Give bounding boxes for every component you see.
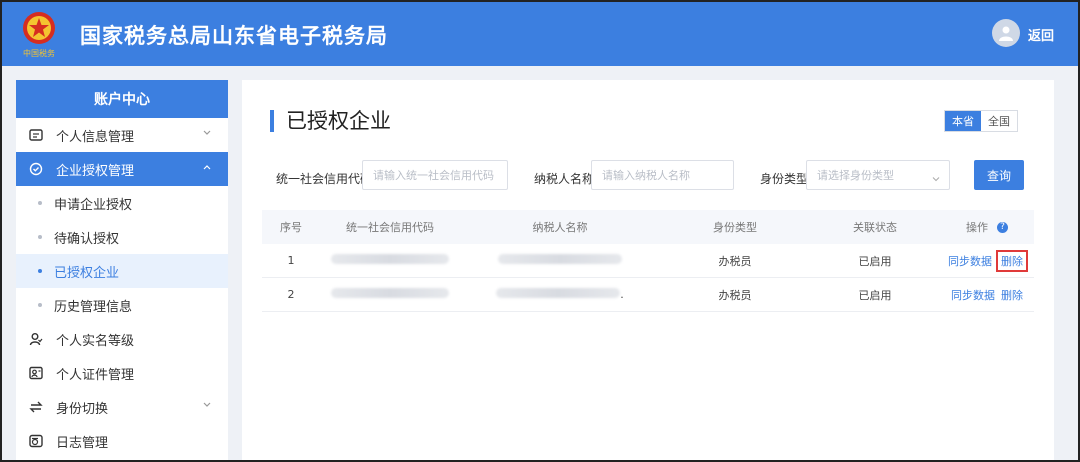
sidebar-item-label: 企业授权管理 [56, 163, 135, 179]
sidebar-item-personal-info[interactable]: 个人信息管理 [16, 118, 228, 152]
bullet-dot [38, 269, 42, 273]
cell-type: 办税员 [718, 288, 752, 302]
sidebar-subitem-apply-auth[interactable]: 申请企业授权 [16, 186, 228, 220]
col-header-name: 纳税人名称 [532, 221, 588, 234]
bullet-dot [38, 303, 42, 307]
sidebar-item-realname-level[interactable]: 个人实名等级 [16, 322, 228, 356]
sidebar-item-log[interactable]: 日志管理 [16, 424, 228, 458]
delete-link[interactable]: 删除 [996, 249, 1028, 272]
col-header-op-label: 操作 [966, 221, 988, 234]
shield-check-icon [28, 161, 44, 177]
table-header: 序号 统一社会信用代码 纳税人名称 身份类型 关联状态 操作 ? [262, 210, 1034, 244]
sync-data-link[interactable]: 同步数据 [948, 253, 992, 269]
credit-code-label: 统一社会信用代码 [276, 172, 373, 186]
credit-code-input[interactable] [362, 160, 508, 190]
cell-type: 办税员 [718, 254, 752, 268]
cell-op: 同步数据 删除 [940, 287, 1034, 303]
cell-status: 已启用 [858, 288, 892, 302]
main-panel: 已授权企业 本省 全国 统一社会信用代码 纳税人名称 身份类型 查询 序号 统一… [242, 80, 1054, 460]
delete-link[interactable]: 删除 [1001, 287, 1023, 303]
sidebar-item-label: 日志管理 [56, 435, 109, 451]
log-icon [28, 433, 44, 449]
chevron-up-icon [203, 165, 211, 170]
sidebar-subitem-label: 申请企业授权 [54, 197, 133, 213]
sidebar-item-label: 个人实名等级 [56, 333, 135, 349]
col-header-op: 操作 ? [940, 219, 1034, 235]
id-card-icon [28, 127, 44, 143]
top-header: 中国税务 国家税务总局山东省电子税务局 返回 [2, 2, 1078, 66]
sidebar-subitem-pending-auth[interactable]: 待确认授权 [16, 220, 228, 254]
bullet-dot [38, 201, 42, 205]
sidebar-item-enterprise-auth[interactable]: 企业授权管理 [16, 152, 228, 186]
identity-type-select[interactable] [806, 160, 950, 190]
page-title: 已授权企业 [270, 110, 391, 132]
svg-text:中国税务: 中国税务 [23, 48, 55, 58]
sidebar-subitem-history[interactable]: 历史管理信息 [16, 288, 228, 322]
taxpayer-name-label: 纳税人名称 [534, 172, 595, 186]
sidebar: 账户中心 个人信息管理 企业授权管理 申请企业授权 待确认授权 已授权企业 历史… [16, 80, 228, 460]
site-title: 国家税务总局山东省电子税务局 [80, 24, 388, 48]
chevron-down-icon [932, 177, 940, 182]
sidebar-item-label: 身份切换 [56, 401, 109, 417]
sidebar-item-label: 个人证件管理 [56, 367, 135, 383]
sidebar-item-id-docs[interactable]: 个人证件管理 [16, 356, 228, 390]
cell-name-suffix: . [620, 288, 624, 301]
scope-toggle: 本省 全国 [944, 110, 1018, 132]
cell-code-redacted [320, 254, 460, 267]
chevron-down-icon [203, 130, 211, 135]
cell-status: 已启用 [858, 254, 892, 268]
col-header-status: 关联状态 [853, 221, 897, 234]
identity-type-label: 身份类型 [760, 172, 809, 186]
bullet-dot [38, 235, 42, 239]
switch-icon [28, 399, 44, 415]
sidebar-item-identity-switch[interactable]: 身份切换 [16, 390, 228, 424]
table-row: 2 . 办税员 已启用 同步数据 删除 [262, 278, 1034, 312]
scope-national-button[interactable]: 全国 [981, 111, 1017, 131]
sidebar-subitem-authorized-enterprises[interactable]: 已授权企业 [16, 254, 228, 288]
taxpayer-name-input[interactable] [591, 160, 734, 190]
app-frame: 中国税务 国家税务总局山东省电子税务局 返回 账户中心 个人信息管理 企业授权管… [0, 0, 1080, 462]
cell-name-redacted [460, 254, 660, 267]
cell-no: 1 [287, 254, 295, 267]
cell-code-redacted [320, 288, 460, 301]
col-header-code: 统一社会信用代码 [346, 221, 434, 234]
back-button[interactable]: 返回 [1028, 25, 1054, 44]
cell-no: 2 [287, 288, 295, 301]
help-icon[interactable]: ? [997, 221, 1008, 233]
sidebar-subitem-label: 历史管理信息 [54, 299, 133, 315]
user-icon [999, 26, 1013, 41]
col-header-no: 序号 [280, 221, 302, 234]
query-button[interactable]: 查询 [974, 160, 1024, 190]
sidebar-subitem-label: 待确认授权 [54, 231, 120, 247]
sidebar-subitem-label: 已授权企业 [54, 265, 120, 281]
sidebar-heading: 账户中心 [16, 80, 228, 118]
chevron-down-icon [203, 402, 211, 407]
user-level-icon [28, 331, 44, 347]
cell-op: 同步数据 删除 [940, 249, 1034, 272]
col-header-type: 身份类型 [713, 221, 757, 234]
authorized-enterprise-table: 序号 统一社会信用代码 纳税人名称 身份类型 关联状态 操作 ? 1 办税员 已… [262, 210, 1034, 312]
certificate-icon [28, 365, 44, 381]
sidebar-item-label: 个人信息管理 [56, 129, 135, 145]
scope-local-button[interactable]: 本省 [945, 111, 981, 131]
sync-data-link[interactable]: 同步数据 [951, 287, 995, 303]
cell-name-redacted: . [460, 288, 660, 301]
tax-emblem-logo: 中国税务 [16, 8, 62, 60]
table-row: 1 办税员 已启用 同步数据 删除 [262, 244, 1034, 278]
avatar[interactable] [992, 19, 1020, 47]
